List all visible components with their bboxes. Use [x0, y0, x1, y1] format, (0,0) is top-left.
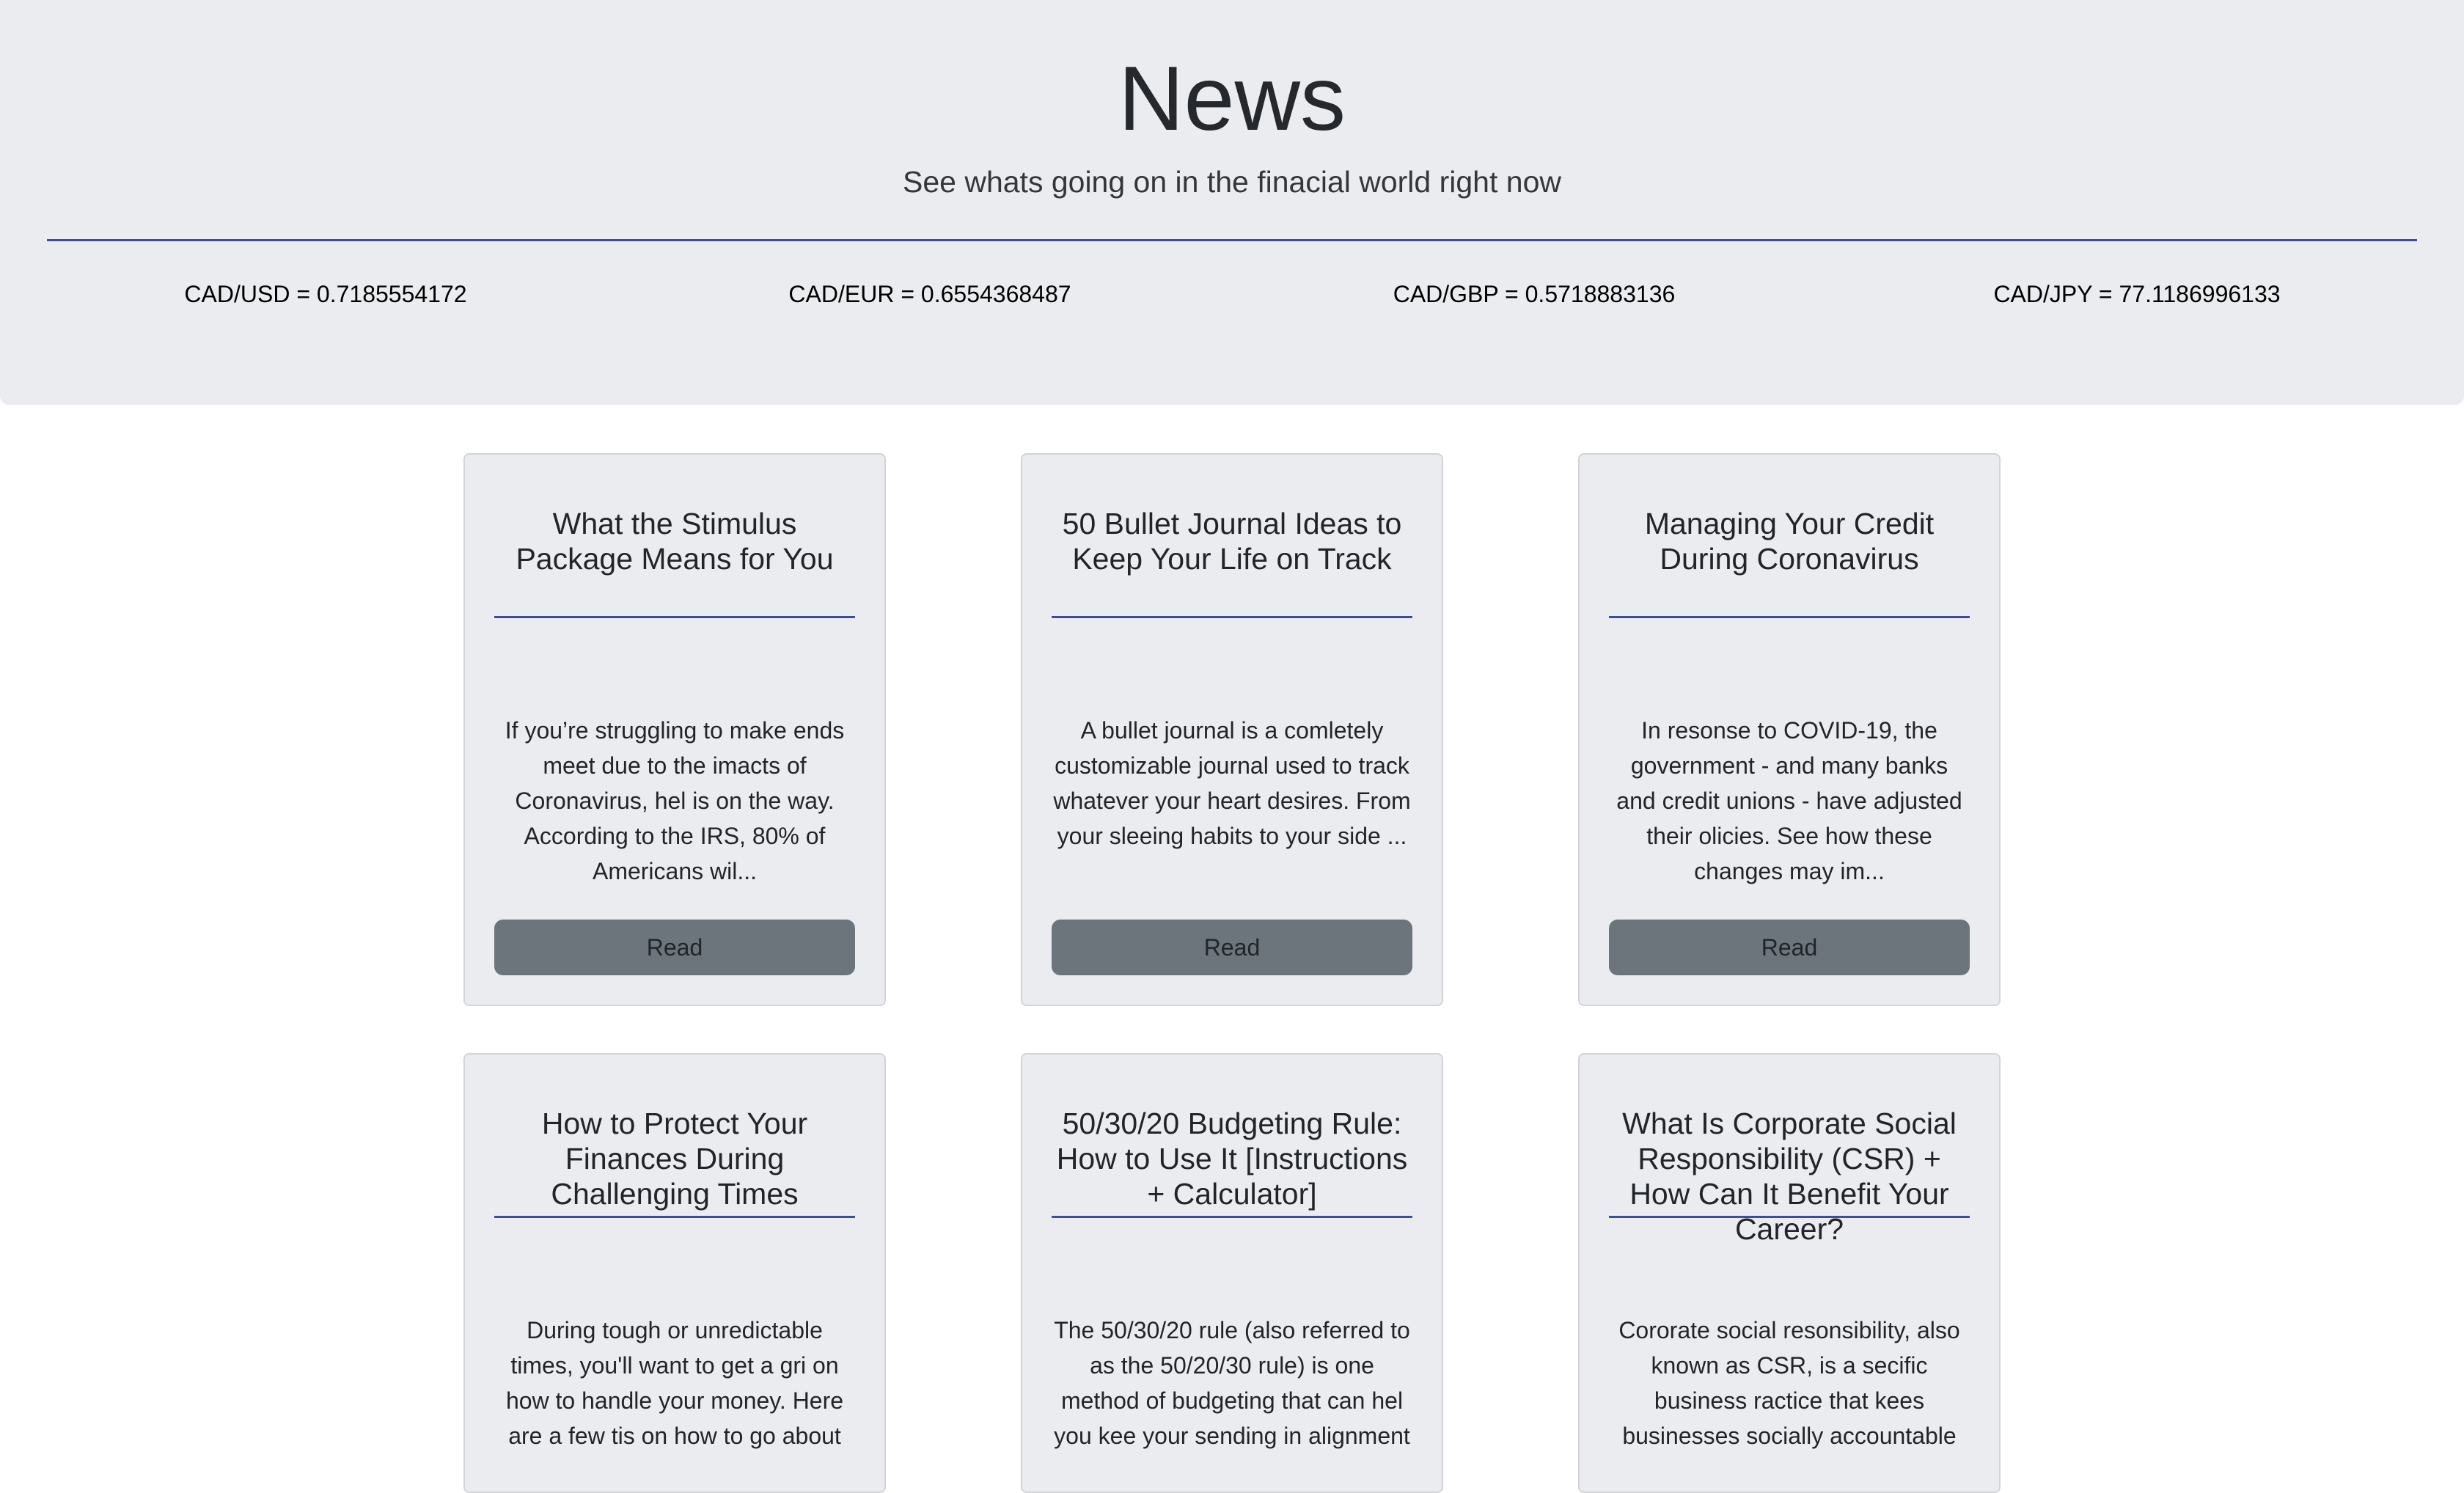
- card-divider: [1052, 616, 1412, 618]
- article-card: 50/30/20 Budgeting Rule: How to Use It […: [1021, 1053, 1443, 1493]
- article-card: What the Stimulus Package Means for You …: [463, 453, 886, 1006]
- rate-cad-eur: CAD/EUR = 0.6554368487: [788, 281, 1071, 307]
- rate-cad-jpy: CAD/JPY = 77.1186996133: [1993, 281, 2281, 307]
- rate-cad-usd: CAD/USD = 0.7185554172: [184, 281, 467, 307]
- read-button[interactable]: Read: [494, 920, 855, 975]
- article-card: 50 Bullet Journal Ideas to Keep Your Lif…: [1021, 453, 1443, 1006]
- article-summary: If you’re struggling to make ends meet d…: [505, 717, 845, 884]
- card-divider: [494, 616, 855, 618]
- card-divider: [1052, 1216, 1412, 1218]
- card-divider: [1609, 1216, 1970, 1218]
- page-title: News: [1118, 48, 1346, 150]
- article-title: How to Protect Your Finances During Chal…: [541, 1107, 808, 1211]
- card-divider: [494, 1216, 855, 1218]
- header-divider: [47, 239, 2417, 241]
- article-card: What Is Corporate Social Responsibility …: [1578, 1053, 2001, 1493]
- article-title: 50/30/20 Budgeting Rule: How to Use It […: [1056, 1107, 1408, 1211]
- header-jumbotron: News See whats going on in the finacial …: [0, 0, 2464, 405]
- read-button[interactable]: Read: [1052, 920, 1412, 975]
- article-summary: During tough or unredictable times, you'…: [505, 1317, 844, 1449]
- article-summary: A bullet journal is a comletely customiz…: [1053, 717, 1411, 849]
- article-title: What the Stimulus Package Means for You: [516, 507, 834, 576]
- card-divider: [1609, 616, 1970, 618]
- exchange-rates: CAD/USD = 0.7185554172 CAD/EUR = 0.65543…: [0, 276, 2464, 312]
- rate-cad-gbp: CAD/GBP = 0.5718883136: [1393, 281, 1676, 307]
- read-button[interactable]: Read: [1609, 920, 1970, 975]
- article-summary: Cororate social resonsibility, also know…: [1618, 1317, 1960, 1449]
- article-summary: In resonse to COVID-19, the government -…: [1616, 717, 1962, 884]
- article-card: Managing Your Credit During Coronavirus …: [1578, 453, 2001, 1006]
- page-subtitle: See whats going on in the finacial world…: [903, 165, 1561, 199]
- article-card: How to Protect Your Finances During Chal…: [463, 1053, 886, 1493]
- article-title: What Is Corporate Social Responsibility …: [1622, 1107, 1957, 1246]
- article-title: Managing Your Credit During Coronavirus: [1644, 507, 1935, 576]
- article-summary: The 50/30/20 rule (also referred to as t…: [1054, 1317, 1410, 1449]
- article-title: 50 Bullet Journal Ideas to Keep Your Lif…: [1062, 507, 1402, 576]
